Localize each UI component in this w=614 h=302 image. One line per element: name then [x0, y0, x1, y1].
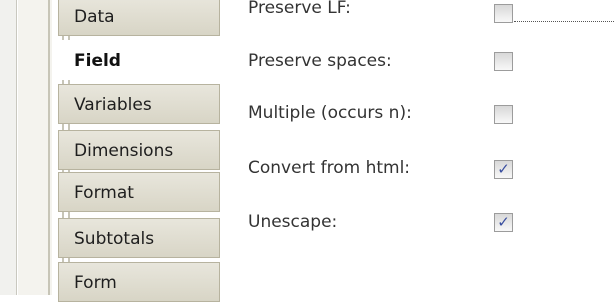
preserve-lf-label: Preserve LF:: [248, 0, 351, 18]
focus-outline: [514, 21, 614, 22]
preserve-lf-checkbox[interactable]: [494, 4, 513, 23]
unescape-checkbox[interactable]: ✓: [494, 213, 513, 232]
tab-label: Format: [74, 183, 134, 203]
convert-from-html-checkbox[interactable]: ✓: [494, 160, 513, 179]
left-rail: [18, 0, 70, 295]
tab-label: Field: [74, 51, 121, 71]
check-icon: ✓: [497, 160, 510, 178]
check-icon: ✓: [497, 213, 510, 231]
tab-subtotals[interactable]: Subtotals: [58, 218, 220, 258]
multiple-occurs-checkbox[interactable]: [494, 105, 513, 124]
preserve-spaces-label: Preserve spaces:: [248, 51, 392, 71]
tab-label: Variables: [74, 95, 152, 115]
tab-field[interactable]: Field: [58, 40, 220, 80]
tab-dimensions[interactable]: Dimensions: [58, 130, 220, 170]
convert-from-html-label: Convert from html:: [248, 158, 411, 178]
vertical-scrollbar[interactable]: [0, 0, 17, 295]
rail-divider: [48, 0, 50, 295]
multiple-occurs-label: Multiple (occurs n):: [248, 103, 412, 123]
tab-format[interactable]: Format: [58, 172, 220, 212]
tab-form[interactable]: Form: [58, 262, 220, 302]
tab-variables[interactable]: Variables: [58, 84, 220, 124]
tab-label: Subtotals: [74, 229, 155, 249]
tab-data[interactable]: Data: [58, 0, 220, 36]
tab-label: Form: [74, 273, 117, 293]
preserve-spaces-checkbox[interactable]: [494, 52, 513, 71]
tab-label: Data: [74, 7, 115, 27]
tab-label: Dimensions: [74, 141, 174, 161]
unescape-label: Unescape:: [248, 212, 338, 232]
